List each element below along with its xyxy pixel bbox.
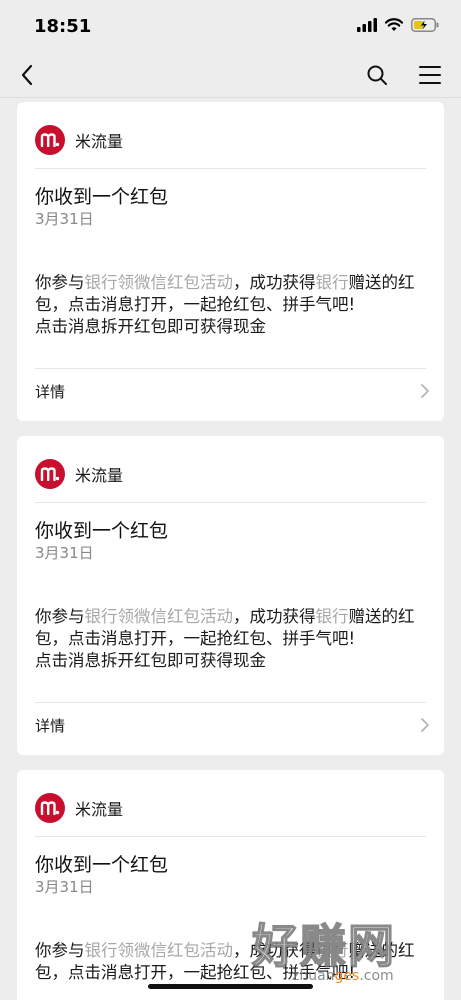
back-button[interactable]	[12, 60, 42, 90]
chevron-left-icon	[21, 64, 33, 86]
body-highlight: 银行领微信红包活动	[84, 607, 234, 626]
card-date: 3月31日	[35, 544, 94, 562]
menu-button[interactable]	[415, 60, 445, 90]
divider	[35, 502, 426, 503]
watermark: 好赚网 zhuanges.com	[251, 910, 452, 990]
battery-icon	[411, 18, 439, 32]
body-text: 点击消息拆开红包即可获得现金	[35, 317, 266, 336]
card-body: 你参与银行领微信红包活动，成功获得银行赠送的红包，点击消息打开，一起抢红包、拼手…	[35, 606, 425, 672]
watermark-url: zhuanges.com	[292, 968, 394, 984]
menu-icon	[419, 66, 441, 84]
signal-icon	[357, 18, 377, 32]
milinliang-logo-icon	[35, 793, 65, 823]
watermark-text: 好赚网	[251, 918, 396, 974]
card-title: 你收到一个红包	[35, 854, 169, 876]
divider	[35, 368, 426, 369]
card-date: 3月31日	[35, 878, 94, 896]
nav-bar	[0, 52, 461, 98]
status-bar: 18:51	[0, 0, 461, 52]
details-link[interactable]: 详情	[35, 376, 430, 406]
message-feed[interactable]: 米流量 你收到一个红包 3月31日 你参与银行领微信红包活动，成功获得银行赠送的…	[0, 98, 461, 1000]
message-card[interactable]: 米流量 你收到一个红包 3月31日 你参与银行领微信红包活动，成功获得银行赠送的…	[17, 102, 444, 421]
divider	[35, 836, 426, 837]
search-button[interactable]	[362, 60, 392, 90]
divider	[35, 168, 426, 169]
status-icons	[357, 18, 439, 32]
card-header: 米流量	[35, 792, 123, 824]
body-text: 你参与	[35, 607, 85, 626]
card-body: 你参与银行领微信红包活动，成功获得银行赠送的红包，点击消息打开，一起抢红包、拼手…	[35, 272, 425, 338]
sender-name: 米流量	[75, 800, 124, 819]
body-text: 点击消息拆开红包即可获得现金	[35, 651, 266, 670]
body-text: 你参与	[35, 273, 85, 292]
milinliang-logo-icon	[35, 125, 65, 155]
card-title: 你收到一个红包	[35, 186, 169, 208]
status-time: 18:51	[34, 16, 92, 37]
body-text: ，成功获得	[233, 607, 316, 626]
chevron-right-icon	[421, 384, 429, 398]
details-label: 详情	[35, 382, 66, 401]
details-link[interactable]: 详情	[35, 710, 430, 740]
body-text: 你参与	[35, 941, 85, 960]
card-header: 米流量	[35, 124, 123, 156]
home-indicator[interactable]	[148, 984, 313, 989]
body-highlight: 银行领微信红包活动	[84, 941, 234, 960]
sender-name: 米流量	[75, 132, 124, 151]
chevron-right-icon	[421, 718, 429, 732]
wifi-icon	[385, 18, 403, 31]
message-card[interactable]: 米流量 你收到一个红包 3月31日 你参与银行领微信红包活动，成功获得银行赠送的…	[17, 436, 444, 755]
card-header: 米流量	[35, 458, 123, 490]
card-title: 你收到一个红包	[35, 520, 169, 542]
divider	[35, 702, 426, 703]
card-date: 3月31日	[35, 210, 94, 228]
details-label: 详情	[35, 716, 66, 735]
search-icon	[367, 65, 387, 85]
milinliang-logo-icon	[35, 459, 65, 489]
body-highlight: 银行	[315, 607, 349, 626]
body-text: ，成功获得	[233, 273, 316, 292]
sender-name: 米流量	[75, 466, 124, 485]
body-highlight: 银行	[315, 273, 349, 292]
body-highlight: 银行领微信红包活动	[84, 273, 234, 292]
